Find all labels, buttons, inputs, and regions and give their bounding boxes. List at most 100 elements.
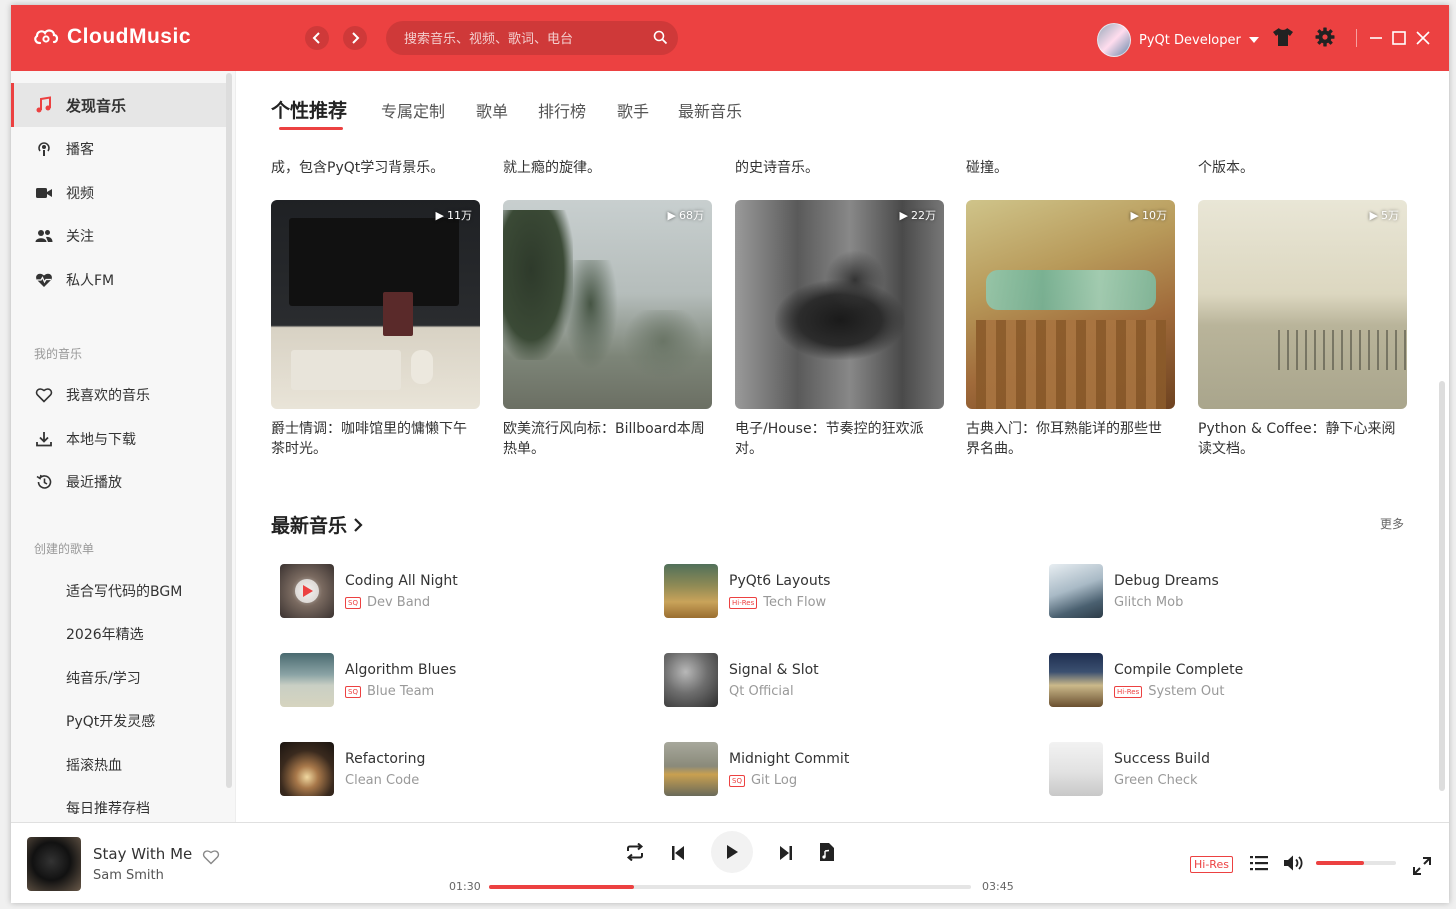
playlist-label: 适合写代码的BGM [66,584,183,600]
tab-personal-recommend[interactable]: 个性推荐 [271,96,347,123]
song-item[interactable]: Success Build Green Check [1049,742,1409,796]
sidebar-playlist[interactable]: 每日推荐存档 [11,786,226,822]
tab-new-music[interactable]: 最新音乐 [678,98,742,122]
sidebar-item-label: 关注 [66,229,94,245]
sidebar-item-discover-music[interactable]: 发现音乐 [11,83,226,127]
sidebar-playlist[interactable]: PyQt开发灵感 [11,699,226,743]
tab-custom[interactable]: 专属定制 [381,98,445,122]
song-artist[interactable]: System Out [1148,684,1224,699]
sidebar-item-label: 发现音乐 [66,96,127,115]
logo[interactable]: CloudMusic [33,25,191,49]
sidebar-item-video[interactable]: 视频 [11,171,226,215]
song-item[interactable]: Refactoring Clean Code [280,742,640,796]
song-artist[interactable]: Clean Code [345,773,419,788]
playlist-title[interactable]: 电子/House：节奏控的狂欢派对。 [735,419,944,459]
minimize-icon[interactable] [1369,31,1383,45]
play-count-value: 11万 [447,209,472,222]
playlist-card[interactable]: ▶ 10万 古典入门：你耳熟能详的那些世界名曲。 [966,200,1175,459]
sidebar-playlist[interactable]: 适合写代码的BGM [11,569,226,613]
song-item[interactable]: Signal & Slot Qt Official [664,653,1024,707]
sidebar-item-recent[interactable]: 最近播放 [11,460,226,504]
forward-button[interactable] [343,26,367,50]
playlist-cover[interactable]: ▶ 68万 [503,200,712,409]
playlist-title[interactable]: 古典入门：你耳熟能详的那些世界名曲。 [966,419,1175,459]
playlist-card[interactable]: ▶ 22万 电子/House：节奏控的狂欢派对。 [735,200,944,459]
tab-playlists[interactable]: 歌单 [476,98,508,122]
play-button[interactable] [711,831,753,873]
section-title-text: 最新音乐 [271,515,348,537]
partial-card-title: 就上瘾的旋律。 [503,160,601,176]
volume-icon[interactable] [1283,854,1307,872]
new-music-title[interactable]: 最新音乐 [271,511,363,538]
song-item[interactable]: Compile Complete Hi-Res System Out [1049,653,1409,707]
sidebar-item-follow[interactable]: 关注 [11,214,226,258]
user-menu[interactable]: PyQt Developer [1097,23,1259,57]
close-icon[interactable] [1416,31,1430,45]
sidebar-item-private-fm[interactable]: 私人FM [11,258,226,302]
now-playing-title[interactable]: Stay With Me [93,845,192,863]
heart-pulse-icon [36,273,52,287]
volume-fill [1316,861,1364,865]
song-artist[interactable]: Tech Flow [763,595,826,610]
maximize-icon[interactable] [1392,31,1406,45]
sidebar-playlist[interactable]: 摇滚热血 [11,743,226,787]
song-cover [280,653,334,707]
heart-outline-icon[interactable] [202,849,220,865]
volume-slider[interactable] [1316,861,1396,865]
sidebar-item-liked-music[interactable]: 我喜欢的音乐 [11,373,226,417]
search-input[interactable] [402,21,646,57]
song-cover [1049,653,1103,707]
now-playing-cover[interactable] [27,837,81,891]
song-artist[interactable]: Blue Team [367,684,434,699]
sidebar-playlist[interactable]: 纯音乐/学习 [11,656,226,700]
sidebar-scrollbar[interactable] [226,73,232,788]
search-icon[interactable] [653,30,668,45]
play-count: ▶ 68万 [668,207,704,223]
play-triangle-icon: ▶ [1130,208,1139,222]
sidebar-item-label: 播客 [66,142,94,158]
song-cover [664,742,718,796]
progress-bar[interactable] [489,885,971,889]
playlist-title[interactable]: 欧美流行风向标：Billboard本周热单。 [503,419,712,459]
sidebar-playlist[interactable]: 2026年精选 [11,612,226,656]
song-item[interactable]: Coding All Night SQ Dev Band [280,564,640,618]
playlist-card[interactable]: ▶ 5万 Python & Coffee：静下心来阅读文档。 [1198,200,1407,459]
song-artist[interactable]: Qt Official [729,684,794,699]
more-link[interactable]: 更多 [1380,515,1404,532]
sidebar-item-local-download[interactable]: 本地与下载 [11,417,226,461]
playlist-queue-icon[interactable] [1250,855,1268,871]
song-artist[interactable]: Glitch Mob [1114,595,1183,610]
avatar[interactable] [1097,23,1131,57]
main-scrollbar[interactable] [1439,381,1445,791]
tab-charts[interactable]: 排行榜 [538,98,586,122]
song-artist[interactable]: Green Check [1114,773,1198,788]
playlist-title[interactable]: 爵士情调：咖啡馆里的慵懒下午茶时光。 [271,419,480,459]
playlist-card[interactable]: ▶ 68万 欧美流行风向标：Billboard本周热单。 [503,200,712,459]
playlist-cover[interactable]: ▶ 11万 [271,200,480,409]
song-item[interactable]: PyQt6 Layouts Hi-Res Tech Flow [664,564,1024,618]
next-track-icon[interactable] [779,845,793,861]
repeat-icon[interactable] [625,843,645,861]
lyrics-file-icon[interactable] [819,842,835,862]
playlist-cover[interactable]: ▶ 10万 [966,200,1175,409]
song-item[interactable]: Debug Dreams Glitch Mob [1049,564,1409,618]
playlist-card[interactable]: ▶ 11万 爵士情调：咖啡馆里的慵懒下午茶时光。 [271,200,480,459]
song-item[interactable]: Algorithm Blues SQ Blue Team [280,653,640,707]
user-name: PyQt Developer [1139,32,1241,48]
gear-icon[interactable] [1315,27,1335,47]
tshirt-skin-icon[interactable] [1272,27,1294,47]
song-item[interactable]: Midnight Commit SQ Git Log [664,742,1024,796]
playlist-title[interactable]: Python & Coffee：静下心来阅读文档。 [1198,419,1407,459]
playlist-cover[interactable]: ▶ 5万 [1198,200,1407,409]
sidebar-item-podcast[interactable]: 播客 [11,127,226,171]
previous-track-icon[interactable] [671,845,685,861]
quality-toggle[interactable]: Hi-Res [1190,856,1233,873]
song-artist[interactable]: Git Log [751,773,797,788]
playlist-cover[interactable]: ▶ 22万 [735,200,944,409]
now-playing-artist[interactable]: Sam Smith [93,868,164,883]
back-button[interactable] [305,26,329,50]
tab-artists[interactable]: 歌手 [617,98,649,122]
song-artist[interactable]: Dev Band [367,595,430,610]
playlist-label: 摇滚热血 [66,758,122,774]
fullscreen-expand-icon[interactable] [1413,857,1431,875]
